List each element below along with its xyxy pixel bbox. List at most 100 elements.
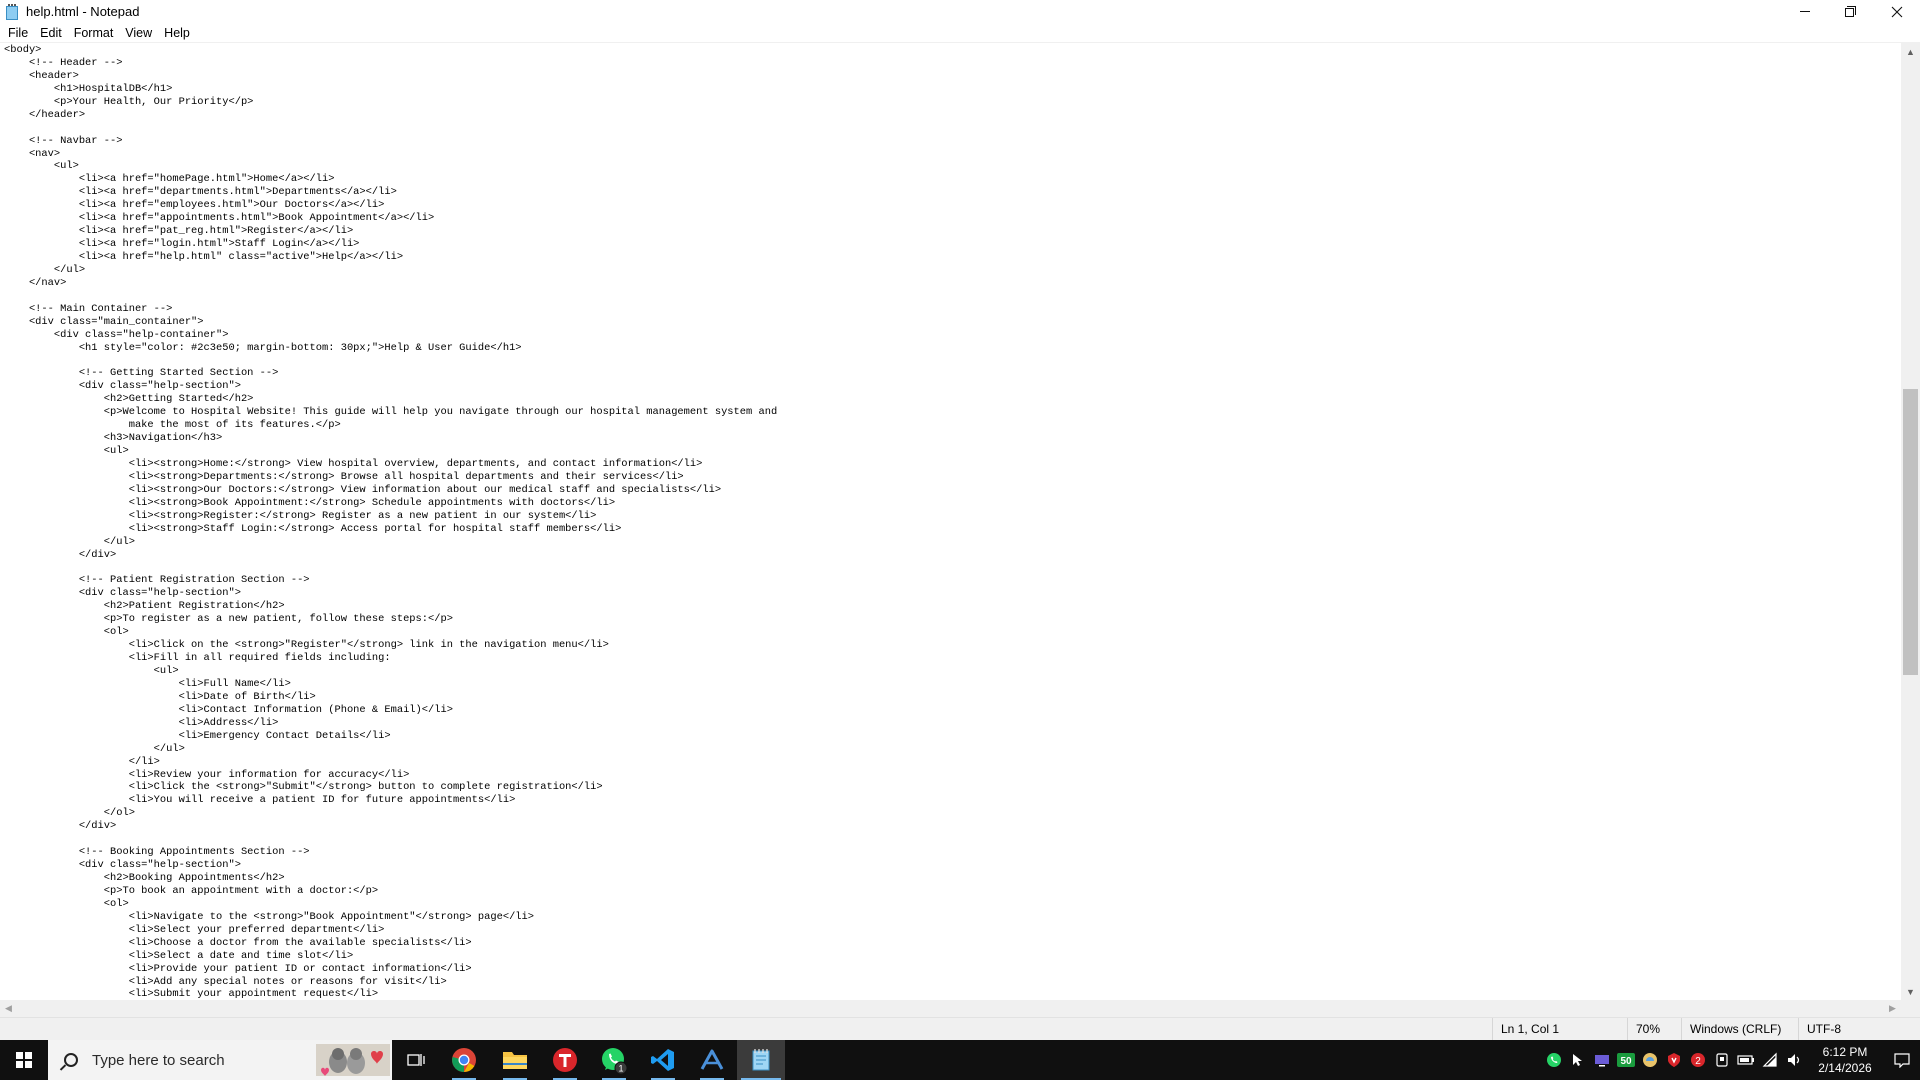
notepad-icon xyxy=(752,1049,770,1071)
search-icon xyxy=(64,1053,78,1067)
line-ending: Windows (CRLF) xyxy=(1681,1018,1798,1040)
encoding: UTF-8 xyxy=(1798,1018,1920,1040)
tray-wifi-button[interactable] xyxy=(1758,1040,1782,1080)
menu-format[interactable]: Format xyxy=(68,23,120,43)
notepad-icon xyxy=(6,3,20,20)
taskbar-search[interactable]: Type here to search xyxy=(48,1040,392,1080)
menu-help[interactable]: Help xyxy=(158,23,196,43)
t-app-icon xyxy=(553,1048,577,1072)
code-line: <li>Select your preferred department</li… xyxy=(4,923,385,936)
menu-view[interactable]: View xyxy=(119,23,158,43)
editor-content[interactable]: <body> <!-- Header --> <header> <h1>Hosp… xyxy=(4,44,777,1000)
tray-antivirus-button[interactable] xyxy=(1662,1040,1686,1080)
code-line: <li>Contact Information (Phone & Email)<… xyxy=(4,703,453,716)
t-app-taskbar-button[interactable] xyxy=(541,1040,589,1080)
tray-phone-button[interactable] xyxy=(1710,1040,1734,1080)
clock[interactable]: 6:12 PM 2/14/2026 xyxy=(1806,1044,1884,1076)
tray-badge-2: 2 xyxy=(1695,1056,1701,1067)
code-line: <ul> xyxy=(4,665,179,677)
start-button[interactable] xyxy=(0,1040,48,1080)
menu-file[interactable]: File xyxy=(2,23,34,43)
code-line: </li> xyxy=(4,755,160,768)
scroll-down-arrow-icon[interactable]: ▼ xyxy=(1901,983,1920,1000)
code-line: </ul> xyxy=(4,263,86,276)
tray-volume-button[interactable] xyxy=(1782,1040,1806,1080)
task-view-button[interactable] xyxy=(392,1040,440,1080)
windows-logo-icon xyxy=(16,1052,32,1068)
tray-pointer-button[interactable] xyxy=(1566,1040,1590,1080)
taskbar: Type here to search 1 50 2 6:12 PM 2/14/… xyxy=(0,1040,1920,1080)
code-line: <h2>Patient Registration</h2> xyxy=(4,600,285,613)
chrome-icon xyxy=(452,1048,476,1072)
window-controls xyxy=(1782,0,1920,23)
cloud-tray-icon xyxy=(1643,1053,1657,1067)
code-line: <li><a href="help.html" class="active">H… xyxy=(4,251,404,263)
scroll-up-arrow-icon[interactable]: ▲ xyxy=(1901,43,1920,60)
code-line: <div class="help-section"> xyxy=(4,380,241,393)
chrome-taskbar-button[interactable] xyxy=(440,1040,488,1080)
code-line: <li>Click the <strong>"Submit"</strong> … xyxy=(4,781,603,794)
code-line: make the most of its features.</p> xyxy=(4,419,341,432)
code-line: <li><strong>Departments:</strong> Browse… xyxy=(4,470,684,483)
system-tray: 50 2 6:12 PM 2/14/2026 xyxy=(1542,1040,1920,1080)
code-line: <div class="help-container"> xyxy=(4,328,229,341)
vscode-taskbar-button[interactable] xyxy=(639,1040,687,1080)
tray-badge-50-button[interactable]: 50 xyxy=(1614,1040,1638,1080)
code-line: <!-- Getting Started Section --> xyxy=(4,367,279,380)
code-line: <li><a href="homePage.html">Home</a></li… xyxy=(4,173,335,186)
whatsapp-tray-icon xyxy=(1547,1053,1561,1067)
cursor-position: Ln 1, Col 1 xyxy=(1492,1018,1627,1040)
scroll-left-arrow-icon[interactable]: ◀ xyxy=(0,1000,17,1017)
battery-icon xyxy=(1737,1055,1754,1065)
whatsapp-icon: 1 xyxy=(602,1048,628,1075)
minimize-button[interactable] xyxy=(1782,0,1828,23)
code-line: <div class="help-section"> xyxy=(4,859,241,872)
tray-cloud-button[interactable] xyxy=(1638,1040,1662,1080)
whatsapp-taskbar-button[interactable]: 1 xyxy=(590,1040,638,1080)
arc-taskbar-button[interactable] xyxy=(688,1040,736,1080)
code-line: <p>To register as a new patient, follow … xyxy=(4,613,453,626)
code-line: <li>Emergency Contact Details</li> xyxy=(4,729,391,742)
scroll-right-arrow-icon[interactable]: ▶ xyxy=(1884,1000,1901,1017)
code-line: <li><a href="employees.html">Our Doctors… xyxy=(4,199,385,212)
code-line: <li><a href="pat_reg.html">Register</a><… xyxy=(4,225,354,238)
tray-badge-2-button[interactable]: 2 xyxy=(1686,1040,1710,1080)
code-line: <li>You will receive a patient ID for fu… xyxy=(4,794,516,807)
vertical-scroll-thumb[interactable] xyxy=(1903,389,1918,675)
code-line: <nav> xyxy=(4,147,61,160)
restore-button[interactable] xyxy=(1828,0,1874,23)
code-line: </ol> xyxy=(4,807,135,820)
horizontal-scrollbar[interactable]: ◀ ▶ xyxy=(0,1000,1901,1017)
display-tray-icon xyxy=(1595,1055,1609,1067)
code-line: </header> xyxy=(4,108,86,121)
tray-whatsapp-button[interactable] xyxy=(1542,1040,1566,1080)
notification-count-tray-icon: 2 xyxy=(1691,1053,1705,1067)
code-line: <li>Add any special notes or reasons for… xyxy=(4,975,447,988)
tray-monitor-button[interactable] xyxy=(1590,1040,1614,1080)
code-line: <li><strong>Book Appointment:</strong> S… xyxy=(4,496,616,509)
code-line: <li><a href="appointments.html">Book App… xyxy=(4,212,435,225)
file-explorer-taskbar-button[interactable] xyxy=(491,1040,539,1080)
volume-icon xyxy=(1788,1054,1800,1066)
vscode-icon xyxy=(651,1049,674,1071)
close-button[interactable] xyxy=(1874,0,1920,23)
window-title: help.html - Notepad xyxy=(26,4,140,19)
code-line: <li><a href="departments.html">Departmen… xyxy=(4,186,397,199)
menu-edit[interactable]: Edit xyxy=(34,23,68,43)
text-editor[interactable]: <body> <!-- Header --> <header> <h1>Hosp… xyxy=(0,43,1901,1000)
score-tray-icon: 50 xyxy=(1617,1053,1635,1067)
code-line: </ul> xyxy=(4,535,135,548)
notepad-taskbar-button[interactable] xyxy=(737,1040,785,1080)
tray-battery-button[interactable] xyxy=(1734,1040,1758,1080)
notification-center-button[interactable] xyxy=(1884,1040,1920,1080)
arc-icon xyxy=(700,1049,724,1070)
code-line: <!-- Header --> xyxy=(4,56,123,69)
code-line: <h2>Getting Started</h2> xyxy=(4,393,254,406)
code-line: <!-- Booking Appointments Section --> xyxy=(4,846,310,859)
code-line: <li>Navigate to the <strong>"Book Appoin… xyxy=(4,910,535,923)
code-line: <header> xyxy=(4,69,79,82)
vertical-scrollbar[interactable]: ▲ ▼ xyxy=(1901,43,1920,1000)
tray-badge-50: 50 xyxy=(1620,1056,1632,1067)
